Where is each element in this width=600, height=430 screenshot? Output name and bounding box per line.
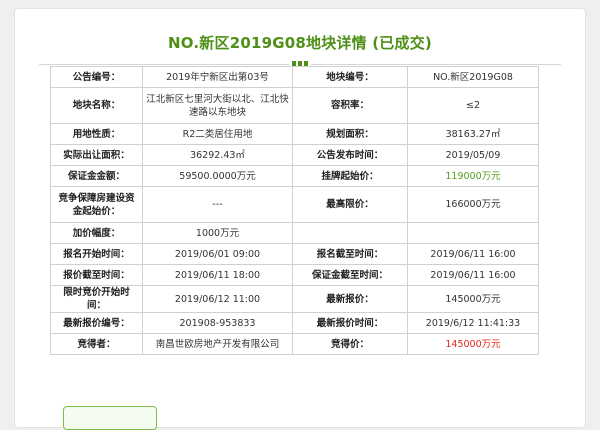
value-max-price: 166000万元 bbox=[407, 186, 539, 223]
value-actual-area: 36292.43㎡ bbox=[142, 144, 293, 166]
table-row: 报价截至时间： 2019/06/11 18:00 保证金截至时间： 2019/0… bbox=[50, 264, 539, 286]
action-button[interactable] bbox=[63, 406, 157, 430]
label-starting-price: 挂牌起始价： bbox=[292, 165, 408, 187]
table-row: 地块名称： 江北新区七里河大街以北、江北快速路以东地块 容积率： ≤2 bbox=[50, 87, 539, 124]
value-signup-end: 2019/06/11 16:00 bbox=[407, 243, 539, 265]
label-plot-ratio: 容积率： bbox=[292, 87, 408, 124]
label-land-use: 用地性质： bbox=[50, 123, 143, 145]
label-publish-date: 公告发布时间： bbox=[292, 144, 408, 166]
label-housing-fund-start: 竞争保障房建设资金起始价： bbox=[50, 186, 143, 223]
table-row: 加价幅度： 1000万元 bbox=[50, 222, 539, 244]
value-increment: 1000万元 bbox=[142, 222, 293, 244]
label-signup-end: 报名截至时间： bbox=[292, 243, 408, 265]
value-latest-bid-time: 2019/6/12 11:41:33 bbox=[407, 312, 539, 334]
empty-cell bbox=[292, 222, 408, 244]
label-latest-bid-time: 最新报价时间： bbox=[292, 312, 408, 334]
label-planned-area: 规划面积： bbox=[292, 123, 408, 145]
value-latest-bid: 145000万元 bbox=[407, 285, 539, 313]
label-parcel-no: 地块编号： bbox=[292, 66, 408, 88]
value-planned-area: 38163.27㎡ bbox=[407, 123, 539, 145]
label-winner: 竞得者： bbox=[50, 333, 143, 355]
empty-cell bbox=[407, 222, 539, 244]
label-deposit: 保证金金额： bbox=[50, 165, 143, 187]
table-row: 限时竞价开始时间： 2019/06/12 11:00 最新报价： 145000万… bbox=[50, 285, 539, 313]
label-latest-bid: 最新报价： bbox=[292, 285, 408, 313]
value-announcement-no: 2019年宁新区出第03号 bbox=[142, 66, 293, 88]
label-deposit-end: 保证金截至时间： bbox=[292, 264, 408, 286]
value-deposit: 59500.0000万元 bbox=[142, 165, 293, 187]
table-row: 最新报价编号： 201908-953833 最新报价时间： 2019/6/12 … bbox=[50, 312, 539, 334]
value-plot-ratio: ≤2 bbox=[407, 87, 539, 124]
value-timed-bid-start: 2019/06/12 11:00 bbox=[142, 285, 293, 313]
table-row: 竞争保障房建设资金起始价： --- 最高限价： 166000万元 bbox=[50, 186, 539, 223]
table-row: 实际出让面积： 36292.43㎡ 公告发布时间： 2019/05/09 bbox=[50, 144, 539, 166]
table-row: 竞得者： 南昌世欧房地产开发有限公司 竞得价： 145000万元 bbox=[50, 333, 539, 355]
label-latest-bid-no: 最新报价编号： bbox=[50, 312, 143, 334]
value-housing-fund-start: --- bbox=[142, 186, 293, 223]
label-bid-end: 报价截至时间： bbox=[50, 264, 143, 286]
value-parcel-no: NO.新区2019G08 bbox=[407, 66, 539, 88]
value-publish-date: 2019/05/09 bbox=[407, 144, 539, 166]
label-increment: 加价幅度： bbox=[50, 222, 143, 244]
table-row: 公告编号： 2019年宁新区出第03号 地块编号： NO.新区2019G08 bbox=[50, 66, 539, 88]
value-deposit-end: 2019/06/11 16:00 bbox=[407, 264, 539, 286]
value-winner: 南昌世欧房地产开发有限公司 bbox=[142, 333, 293, 355]
table-row: 保证金金额： 59500.0000万元 挂牌起始价： 119000万元 bbox=[50, 165, 539, 187]
label-announcement-no: 公告编号： bbox=[50, 66, 143, 88]
label-max-price: 最高限价： bbox=[292, 186, 408, 223]
value-winning-price: 145000万元 bbox=[407, 333, 539, 355]
value-signup-start: 2019/06/01 09:00 bbox=[142, 243, 293, 265]
label-parcel-name: 地块名称： bbox=[50, 87, 143, 124]
value-parcel-name: 江北新区七里河大街以北、江北快速路以东地块 bbox=[142, 87, 293, 124]
label-signup-start: 报名开始时间： bbox=[50, 243, 143, 265]
value-starting-price: 119000万元 bbox=[407, 165, 539, 187]
label-timed-bid-start: 限时竞价开始时间： bbox=[50, 285, 143, 313]
label-actual-area: 实际出让面积： bbox=[50, 144, 143, 166]
value-bid-end: 2019/06/11 18:00 bbox=[142, 264, 293, 286]
page-title: NO.新区2019G08地块详情 (已成交) bbox=[168, 34, 432, 52]
value-land-use: R2二类居住用地 bbox=[142, 123, 293, 145]
table-row: 报名开始时间： 2019/06/01 09:00 报名截至时间： 2019/06… bbox=[50, 243, 539, 265]
value-latest-bid-no: 201908-953833 bbox=[142, 312, 293, 334]
label-winning-price: 竞得价： bbox=[292, 333, 408, 355]
parcel-detail-table: 公告编号： 2019年宁新区出第03号 地块编号： NO.新区2019G08 地… bbox=[50, 66, 539, 355]
table-row: 用地性质： R2二类居住用地 规划面积： 38163.27㎡ bbox=[50, 123, 539, 145]
